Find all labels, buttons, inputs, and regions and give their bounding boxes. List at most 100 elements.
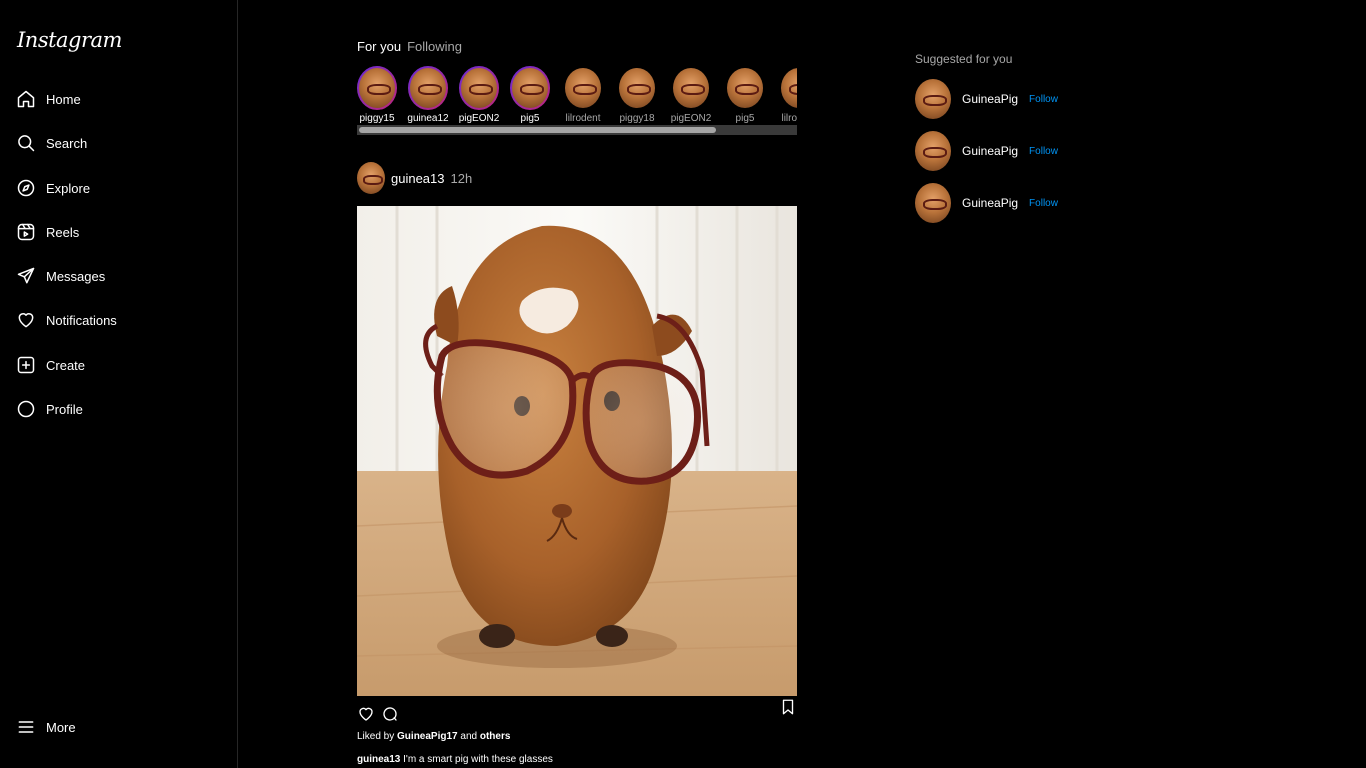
hamburger-menu-icon <box>16 717 36 737</box>
scrollbar-thumb[interactable] <box>359 127 716 133</box>
avatar <box>619 68 655 108</box>
sidebar-item-label: Create <box>46 357 86 373</box>
profile-circle-icon <box>16 399 36 419</box>
sidebar-item-search[interactable]: Search <box>16 126 87 160</box>
post-likes: Liked by GuineaPig17 and others <box>357 731 510 742</box>
sidebar-item-label: Profile <box>46 401 83 417</box>
avatar <box>512 68 548 108</box>
suggestion-item: GuineaPig Follow <box>915 79 1058 119</box>
story-username: pig5 <box>735 113 755 124</box>
story-username: pig5 <box>520 113 540 124</box>
sidebar: Instagram Home Search Explore Reels Mess… <box>0 0 238 768</box>
post-actions <box>356 704 400 724</box>
story-item[interactable]: piggy18 <box>612 66 662 124</box>
story-ring <box>408 66 448 110</box>
story-ring <box>725 66 765 110</box>
suggestion-item: GuineaPig Follow <box>915 183 1058 223</box>
avatar <box>461 68 497 108</box>
suggestions-title: Suggested for you <box>915 52 1013 66</box>
avatar <box>410 68 446 108</box>
sidebar-item-label: Search <box>46 135 88 151</box>
heart-icon <box>16 310 36 330</box>
story-ring <box>779 66 797 110</box>
story-item[interactable]: pig5 <box>505 66 555 124</box>
sidebar-item-more[interactable]: More <box>16 710 76 744</box>
sidebar-item-label: Home <box>46 91 81 107</box>
story-ring <box>563 66 603 110</box>
liked-by-and: and <box>460 731 478 742</box>
tab-following[interactable]: Following <box>407 39 462 54</box>
suggestion-item: GuineaPig Follow <box>915 131 1058 171</box>
post-timestamp: 12h <box>450 170 473 186</box>
comment-button[interactable] <box>380 704 400 724</box>
story-username: piggy15 <box>359 113 395 124</box>
story-username: lilrodent <box>781 113 797 124</box>
avatar <box>673 68 709 108</box>
follow-button[interactable]: Follow <box>1029 94 1058 105</box>
compass-icon <box>16 178 36 198</box>
sidebar-item-notifications[interactable]: Notifications <box>16 303 117 337</box>
paper-plane-icon <box>16 266 36 286</box>
story-item[interactable]: pigEON2 <box>666 66 716 124</box>
story-username: pigEON2 <box>670 113 712 124</box>
avatar[interactable] <box>357 162 385 194</box>
stories-scrollbar[interactable] <box>357 125 797 135</box>
reels-icon <box>16 222 36 242</box>
story-ring <box>357 66 397 110</box>
avatar <box>565 68 601 108</box>
post-username[interactable]: guinea13 <box>391 171 445 186</box>
sidebar-item-home[interactable]: Home <box>16 82 81 116</box>
feed-tabs: For you Following <box>357 39 462 54</box>
avatar <box>727 68 763 108</box>
story-item[interactable]: piggy15 <box>357 66 402 124</box>
avatar[interactable] <box>915 183 951 223</box>
liked-by-user[interactable]: GuineaPig17 <box>397 731 458 742</box>
liked-by-prefix: Liked by <box>357 731 395 742</box>
avatar <box>359 68 395 108</box>
story-username: lilrodent <box>565 113 601 124</box>
save-button[interactable] <box>779 698 797 721</box>
guinea-pig-photo <box>357 206 797 696</box>
sidebar-item-label: Notifications <box>46 312 117 328</box>
caption-username[interactable]: guinea13 <box>357 754 400 765</box>
suggestion-username[interactable]: GuineaPig <box>962 92 1018 106</box>
suggestion-username[interactable]: GuineaPig <box>962 196 1018 210</box>
story-item[interactable]: lilrodent <box>774 66 797 124</box>
story-ring <box>510 66 550 110</box>
follow-button[interactable]: Follow <box>1029 146 1058 157</box>
plus-square-icon <box>16 355 36 375</box>
story-username: pigEON2 <box>458 113 500 124</box>
caption-text: I'm a smart pig with these glasses <box>403 754 553 765</box>
suggestion-username[interactable]: GuineaPig <box>962 144 1018 158</box>
liked-by-others[interactable]: others <box>480 731 511 742</box>
story-ring <box>459 66 499 110</box>
story-item[interactable]: pigEON2 <box>454 66 504 124</box>
story-username: guinea12 <box>407 113 449 124</box>
story-ring <box>671 66 711 110</box>
avatar[interactable] <box>915 131 951 171</box>
sidebar-item-messages[interactable]: Messages <box>16 259 105 293</box>
sidebar-item-label: Explore <box>46 180 91 196</box>
bookmark-icon <box>782 699 794 715</box>
story-ring <box>617 66 657 110</box>
sidebar-item-create[interactable]: Create <box>16 348 85 382</box>
avatar[interactable] <box>915 79 951 119</box>
story-item[interactable]: pig5 <box>720 66 770 124</box>
follow-button[interactable]: Follow <box>1029 198 1058 209</box>
tab-for-you[interactable]: For you <box>357 39 401 54</box>
sidebar-item-explore[interactable]: Explore <box>16 171 90 205</box>
heart-icon <box>359 707 373 721</box>
like-button[interactable] <box>356 704 376 724</box>
story-item[interactable]: guinea12 <box>403 66 453 124</box>
sidebar-item-reels[interactable]: Reels <box>16 215 79 249</box>
post-image[interactable] <box>357 206 797 696</box>
search-icon <box>16 133 36 153</box>
comment-icon <box>383 707 397 721</box>
sidebar-item-profile[interactable]: Profile <box>16 392 83 426</box>
story-item[interactable]: lilrodent <box>558 66 608 124</box>
sidebar-item-label: More <box>46 719 76 735</box>
post-caption: guinea13 I'm a smart pig with these glas… <box>357 754 553 765</box>
sidebar-item-label: Reels <box>46 224 80 240</box>
home-icon <box>16 89 36 109</box>
instagram-logo[interactable]: Instagram <box>17 28 122 52</box>
